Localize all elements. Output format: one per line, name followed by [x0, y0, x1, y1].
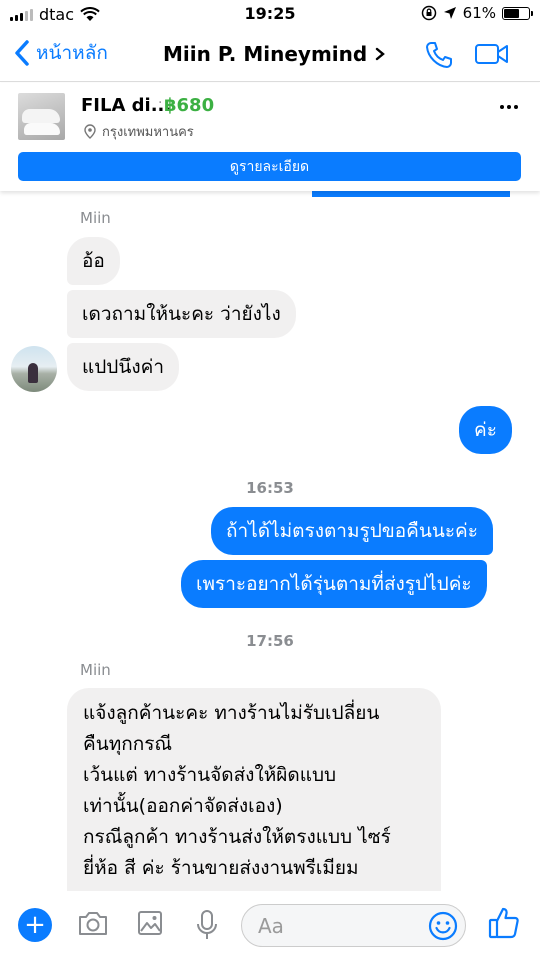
product-separator: ·: [158, 95, 163, 111]
thumbs-up-icon: [488, 907, 519, 939]
message-line: กรณีลูกค้า ทางร้านส่งให้ตรงแบบ ไซร์: [83, 826, 391, 848]
message-line: ยี่ห้อ สี ค่ะ ร้านขายส่งงานพรีเมียม: [83, 857, 359, 879]
call-button[interactable]: [424, 40, 454, 74]
phone-icon: [426, 42, 452, 68]
timestamp: 17:56: [246, 632, 294, 650]
lock-rotation-icon: [421, 5, 436, 21]
battery-label: 61%: [462, 4, 496, 22]
location-pin-icon: [84, 124, 96, 139]
contact-name: Miin P. Mineymind: [163, 42, 368, 66]
product-price: ฿680: [164, 95, 215, 116]
sender-name: Miin: [80, 209, 111, 227]
message-bubble-partial: [312, 191, 510, 197]
camera-icon: [79, 912, 107, 935]
conversation-header: หน้าหลัก Miin P. Mineymind: [0, 30, 540, 82]
sender-name: Miin: [80, 661, 111, 679]
contact-name-button[interactable]: Miin P. Mineymind: [163, 42, 386, 66]
message-line: แจ้งลูกค้านะคะ ทางร้านไม่รับเปลี่ยน: [83, 702, 380, 724]
product-thumbnail[interactable]: [18, 93, 65, 140]
camera-button[interactable]: [77, 909, 109, 941]
video-call-button[interactable]: [474, 42, 510, 70]
back-button[interactable]: หน้าหลัก: [14, 38, 108, 68]
message-composer: + Aa: [0, 891, 540, 960]
outgoing-message[interactable]: ค่ะ: [459, 406, 512, 454]
more-options-button[interactable]: [500, 105, 518, 109]
message-list[interactable]: Miin อ้อ เดวถามให้นะคะ ว่ายังไง แปปนึงค่…: [0, 191, 540, 891]
incoming-message[interactable]: อ้อ: [67, 237, 120, 285]
status-right: 61%: [421, 4, 533, 22]
avatar[interactable]: [11, 346, 57, 392]
view-details-button[interactable]: ดูรายละเอียด: [18, 152, 521, 181]
outgoing-message[interactable]: ถ้าได้ไม่ตรงตามรูปขอคืนนะค่ะ: [211, 507, 493, 555]
incoming-message[interactable]: เดวถามให้นะคะ ว่ายังไง: [67, 290, 296, 338]
chevron-right-icon: [376, 47, 386, 61]
message-line: เท่านั้น(ออกค่าจัดส่งเอง): [83, 795, 283, 817]
emoji-icon: [428, 911, 458, 941]
like-button[interactable]: [488, 906, 520, 944]
location-arrow-icon: [443, 7, 456, 19]
product-banner: FILA di... · ฿680 กรุงเทพมหานคร ดูรายละเ…: [0, 83, 540, 191]
emoji-button[interactable]: [428, 911, 458, 945]
incoming-message[interactable]: แปปนึงค่า: [67, 343, 180, 391]
product-location-label: กรุงเทพมหานคร: [102, 125, 194, 140]
back-label: หน้าหลัก: [36, 42, 108, 64]
outgoing-message[interactable]: เพราะอยากได้รุ่นตามที่ส่งรูปไปค่ะ: [181, 560, 487, 608]
video-icon: [475, 44, 508, 64]
gallery-button[interactable]: [136, 909, 164, 941]
microphone-icon: [197, 910, 217, 939]
voice-button[interactable]: [195, 909, 219, 945]
message-line: เว้นแต่ ทางร้านจัดส่งให้ผิดแบบ: [83, 764, 337, 786]
message-line: คืนทุกกรณี: [83, 733, 173, 755]
product-location: กรุงเทพมหานคร: [84, 121, 194, 142]
battery-icon: [502, 6, 533, 20]
incoming-message[interactable]: แจ้งลูกค้านะคะ ทางร้านไม่รับเปลี่ยน คืนท…: [67, 688, 441, 891]
status-bar: dtac 19:25 61%: [0, 0, 540, 30]
timestamp: 16:53: [246, 479, 294, 497]
back-chevron-icon: [15, 40, 29, 66]
more-icon: [500, 105, 504, 109]
add-button[interactable]: +: [18, 908, 52, 942]
image-icon: [138, 911, 162, 935]
